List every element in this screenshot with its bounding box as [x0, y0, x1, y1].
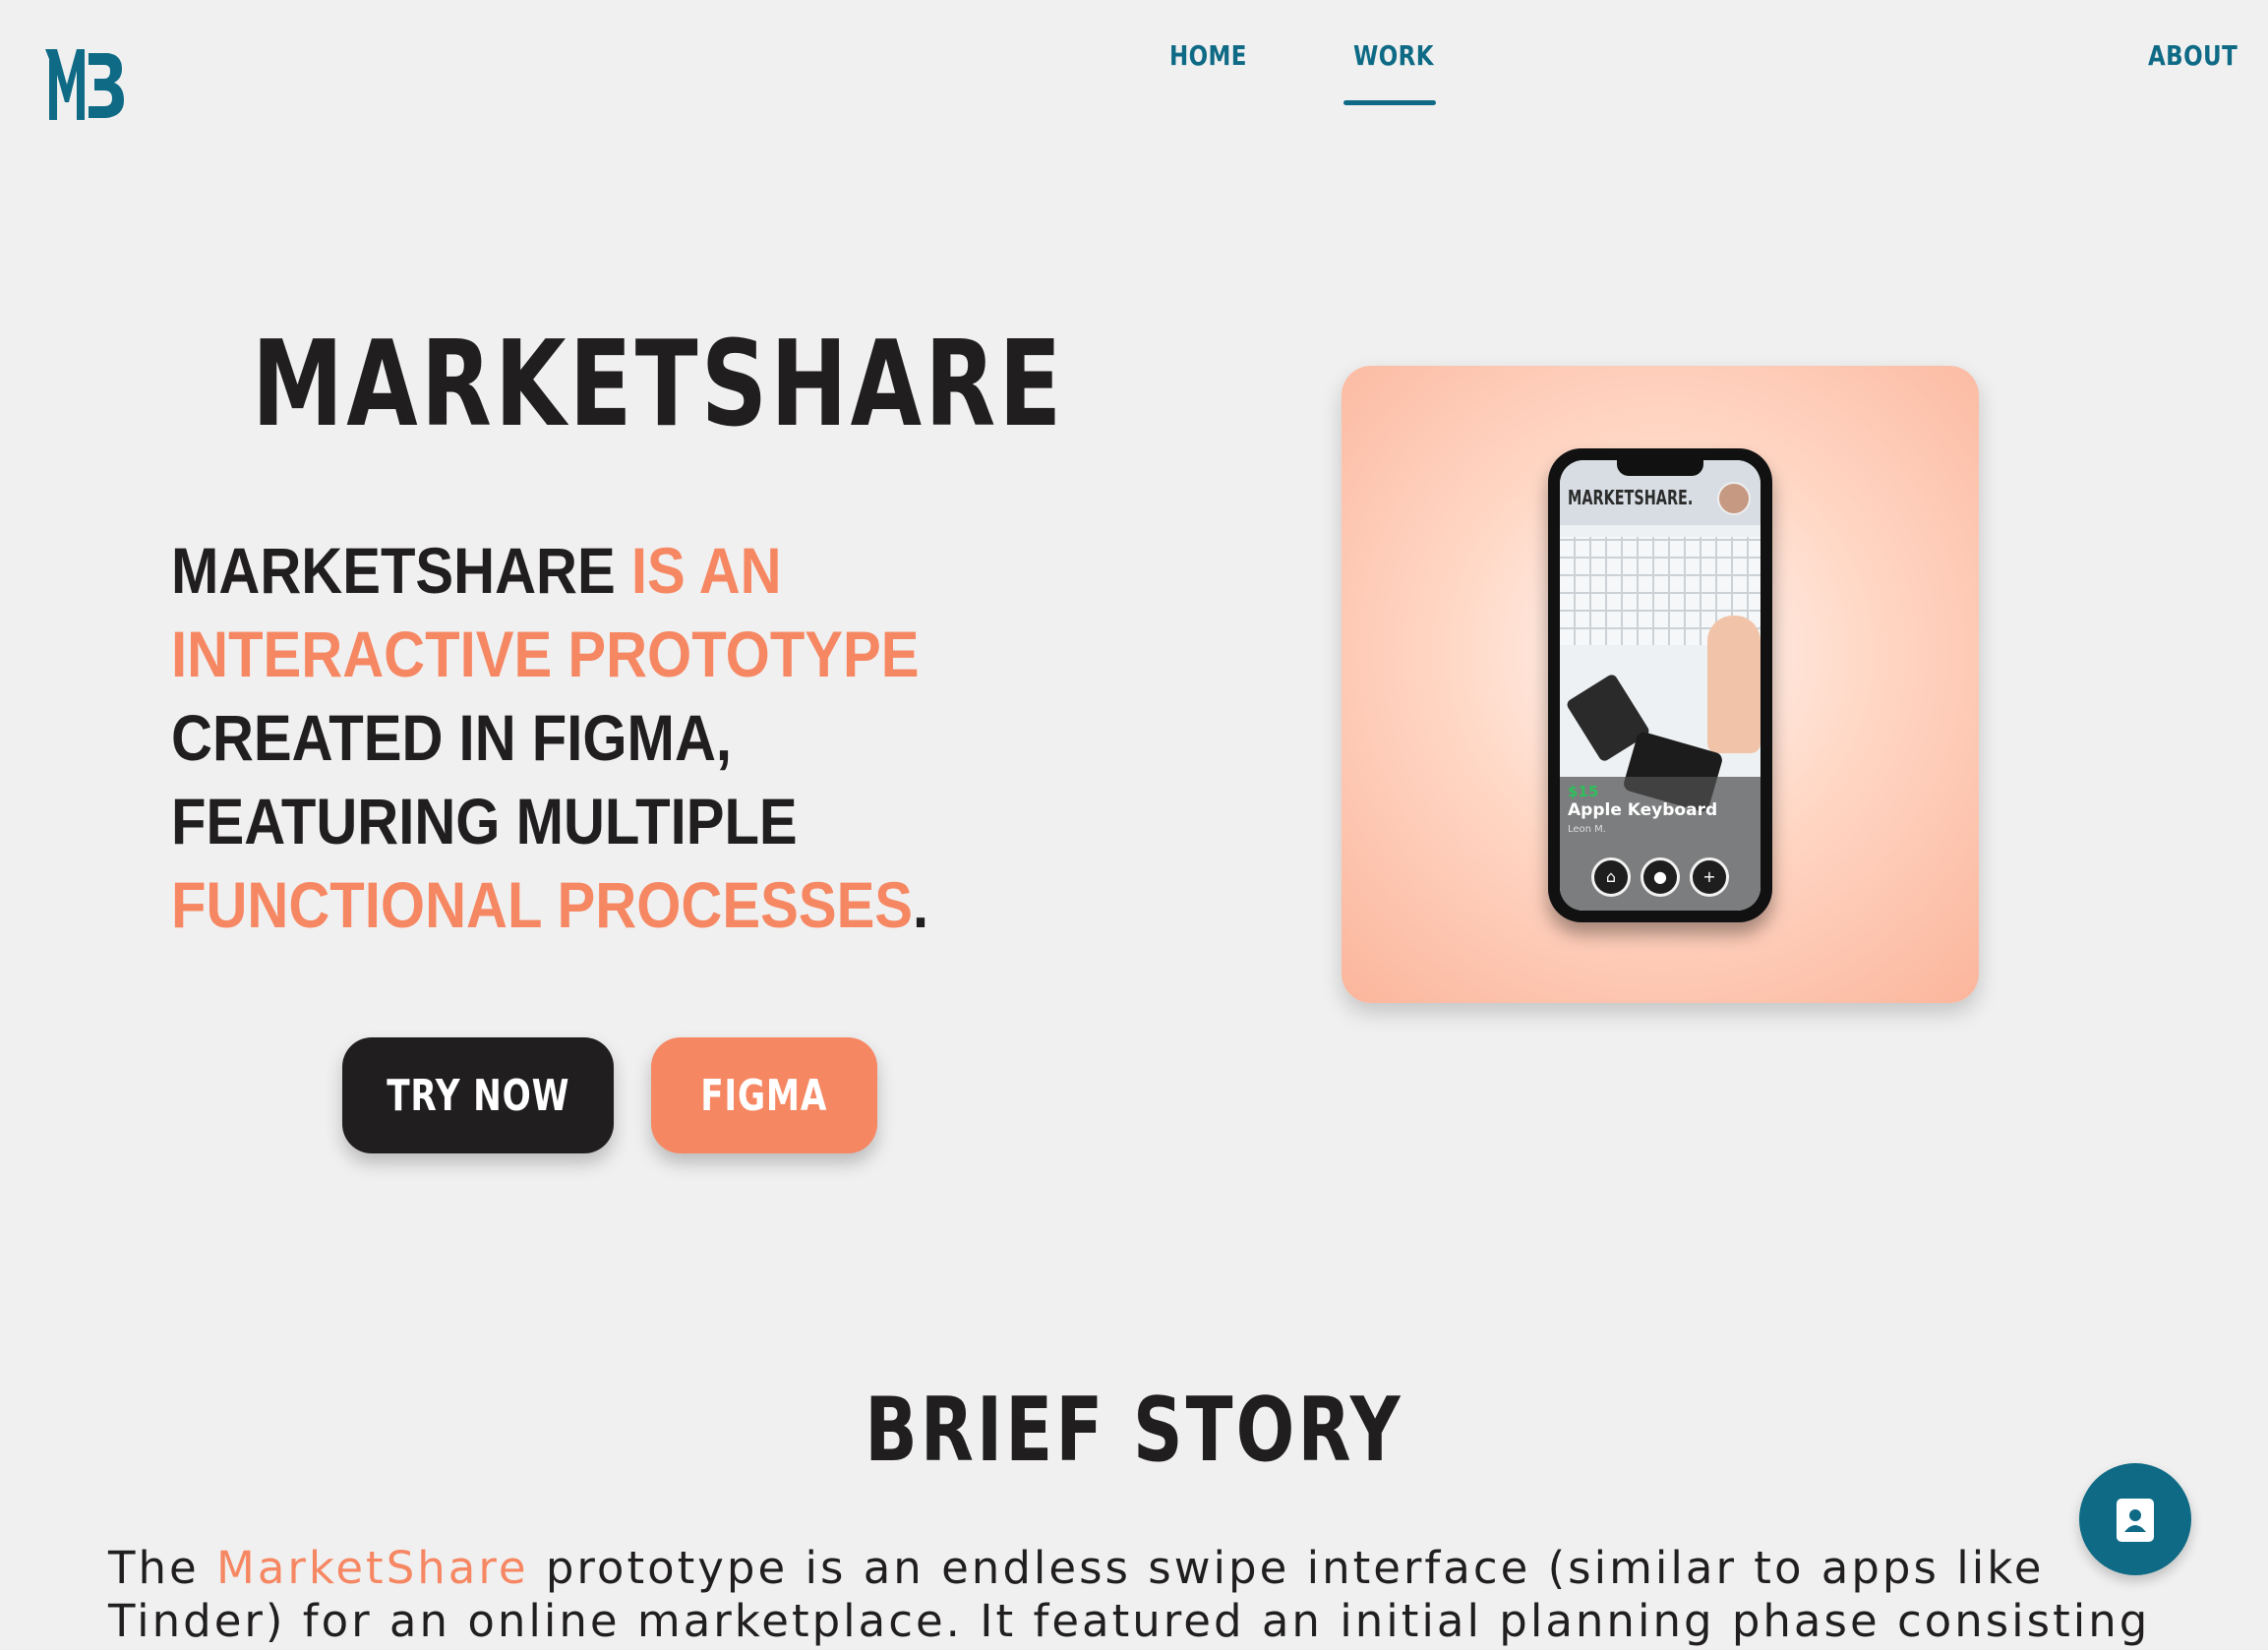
- add-icon: +: [1690, 857, 1729, 897]
- contact-card-icon: [2117, 1499, 2154, 1542]
- hero-desc-part1: MARKETSHARE: [171, 534, 631, 607]
- phone-frame: MARKETSHARE. $15 Apple Keyboard Leon M. …: [1548, 448, 1772, 922]
- brief-story-text: The MarketShare prototype is an endless …: [108, 1542, 2193, 1650]
- brief-story-title: BRIEF STORY: [865, 1379, 1403, 1482]
- nav-work-link[interactable]: WORK: [1353, 39, 1434, 72]
- listing-seller: Leon M.: [1568, 824, 1606, 835]
- mb-monogram-logo-icon: [45, 49, 124, 120]
- home-icon: ⌂: [1591, 857, 1631, 897]
- contact-fab-button[interactable]: [2079, 1463, 2191, 1575]
- nav-active-indicator: [1343, 100, 1436, 105]
- hero-title: MARKETSHARE: [252, 317, 1065, 453]
- nav-home-link[interactable]: HOME: [1169, 39, 1247, 72]
- brief-story-heading: BRIEF STORY: [0, 1386, 2268, 1475]
- hero-desc-part4: FUNCTIONAL PROCESSES: [171, 868, 914, 941]
- story-text-before: The: [108, 1542, 216, 1594]
- figma-label: FIGMA: [700, 1070, 828, 1121]
- listing-price: $15: [1568, 783, 1599, 800]
- try-now-label: TRY NOW: [387, 1070, 569, 1121]
- story-highlight: MarketShare: [216, 1542, 529, 1594]
- product-photo: $15 Apple Keyboard Leon M. ⌂ ● +: [1560, 525, 1761, 911]
- nav-about-link[interactable]: ABOUT: [2148, 39, 2238, 72]
- hero-desc-part5: .: [913, 868, 929, 941]
- hero-desc-part3: CREATED IN FIGMA, FEATURING MULTIPLE: [171, 701, 798, 857]
- chat-icon: ●: [1641, 857, 1680, 897]
- avatar: [1717, 482, 1751, 515]
- try-now-button[interactable]: TRY NOW: [342, 1037, 614, 1153]
- hero-phone-mockup-image: MARKETSHARE. $15 Apple Keyboard Leon M. …: [1342, 366, 1979, 1003]
- hand-graphic: [1707, 616, 1761, 753]
- listing-overlay: $15 Apple Keyboard Leon M. ⌂ ● +: [1560, 777, 1761, 911]
- phone-screen: MARKETSHARE. $15 Apple Keyboard Leon M. …: [1560, 460, 1761, 911]
- site-logo[interactable]: [43, 45, 124, 124]
- hero-description: MARKETSHARE IS AN INTERACTIVE PROTOTYPE …: [171, 529, 932, 947]
- phone-notch: [1617, 460, 1703, 476]
- app-brand: MARKETSHARE.: [1568, 486, 1694, 509]
- figma-button[interactable]: FIGMA: [651, 1037, 877, 1153]
- listing-title: Apple Keyboard: [1568, 800, 1718, 820]
